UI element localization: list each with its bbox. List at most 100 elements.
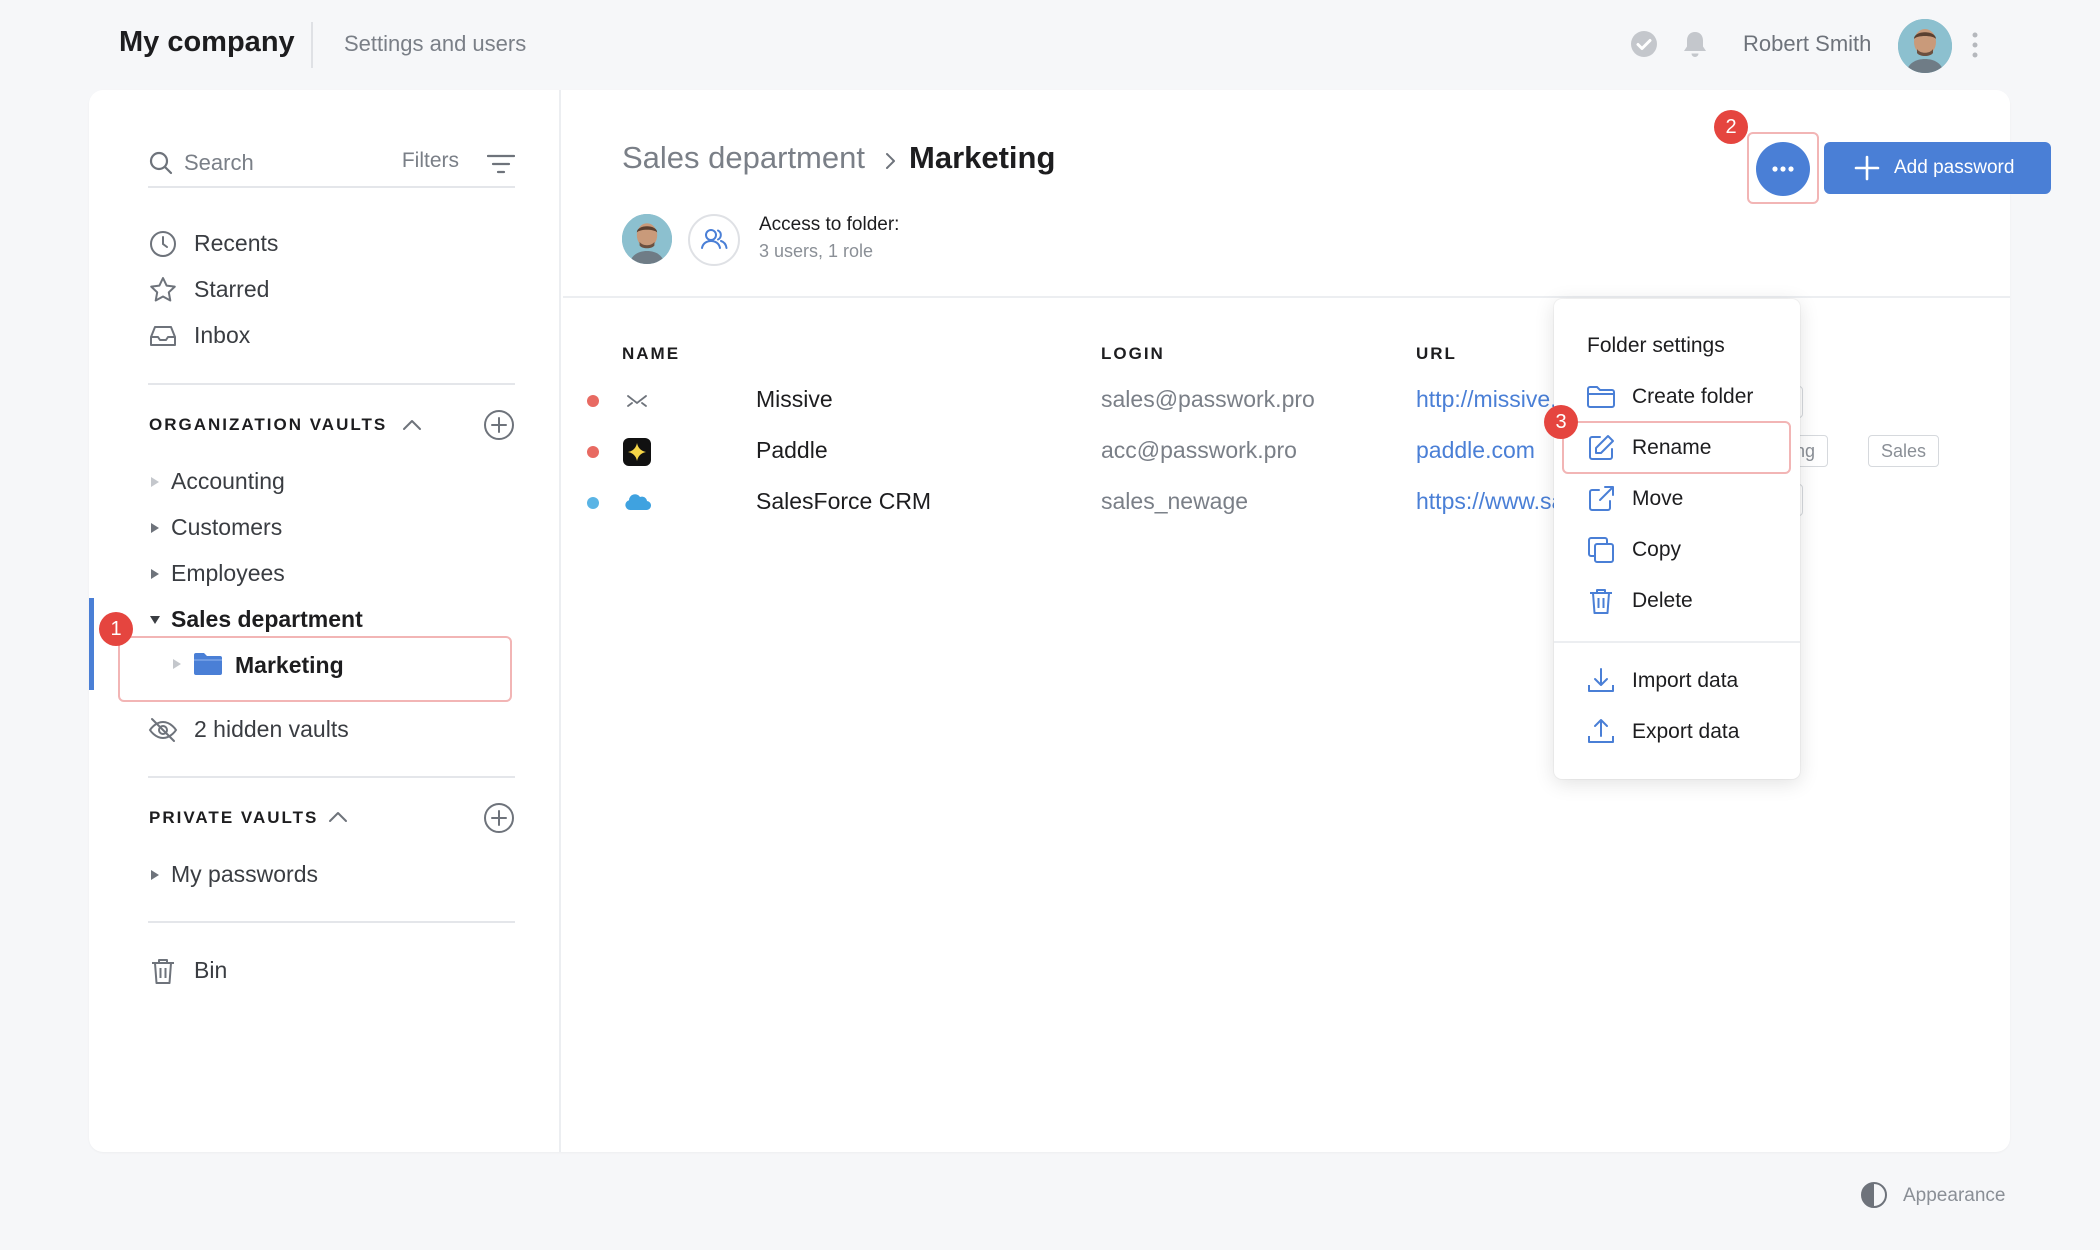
nav-bin[interactable]: Bin	[148, 953, 508, 989]
company-name[interactable]: My company	[119, 26, 295, 59]
paddle-logo-icon	[622, 437, 652, 467]
chevron-up-icon[interactable]	[401, 418, 423, 432]
menu-item-copy[interactable]: Copy	[1554, 527, 1800, 573]
callout-badge-3: 3	[1544, 405, 1578, 439]
callout-badge-1: 1	[99, 612, 133, 646]
bell-icon[interactable]	[1679, 28, 1711, 60]
column-header-url[interactable]: URL	[1416, 344, 1457, 364]
breadcrumb-parent[interactable]: Sales department	[622, 140, 865, 176]
search-input[interactable]: Search	[184, 150, 254, 176]
nav-inbox[interactable]: Inbox	[148, 318, 508, 354]
menu-item-label: Export data	[1632, 720, 1740, 743]
add-private-vault-icon[interactable]	[483, 802, 515, 834]
check-circle-icon[interactable]	[1628, 28, 1660, 60]
caret-right-icon	[149, 522, 161, 534]
filter-icon[interactable]	[487, 152, 515, 176]
column-header-login[interactable]: LOGIN	[1101, 344, 1165, 364]
menu-item-label: Create folder	[1632, 385, 1754, 408]
appearance-label: Appearance	[1903, 1185, 2006, 1206]
eye-off-icon	[148, 715, 178, 745]
nav-label: Inbox	[194, 322, 251, 348]
row-url[interactable]: https://www.salesforce.com	[1416, 488, 1556, 515]
more-actions-button[interactable]	[1756, 142, 1810, 196]
status-dot	[587, 497, 599, 509]
access-subtitle[interactable]: 3 users, 1 role	[759, 241, 873, 262]
menu-title: Folder settings	[1587, 334, 1725, 357]
menu-item-label: Copy	[1632, 538, 1682, 561]
row-login: acc@passwork.pro	[1101, 437, 1297, 463]
vault-label: Sales department	[171, 606, 363, 632]
contrast-icon	[1860, 1181, 1888, 1209]
active-indicator	[89, 598, 94, 690]
move-icon	[1586, 484, 1616, 514]
org-vaults-title[interactable]: ORGANIZATION VAULTS	[149, 415, 387, 435]
add-password-button[interactable]: Add password	[1824, 142, 2051, 194]
breadcrumb-current: Marketing	[909, 140, 1056, 175]
folder-icon	[193, 652, 223, 676]
nav-recents[interactable]: Recents	[148, 226, 508, 262]
menu-item-rename[interactable]: Rename	[1554, 425, 1800, 471]
add-org-vault-icon[interactable]	[483, 409, 515, 441]
menu-divider	[1554, 641, 1800, 643]
menu-item-move[interactable]: Move	[1554, 476, 1800, 522]
folder-label: Marketing	[235, 652, 344, 678]
status-dot	[587, 395, 599, 407]
menu-item-label: Rename	[1632, 436, 1712, 459]
caret-right-icon	[149, 476, 161, 488]
folder-settings-menu: Folder settings Create folder Rename 3 M…	[1544, 299, 1800, 779]
chevron-up-icon[interactable]	[327, 810, 349, 824]
caret-down-icon	[149, 614, 161, 626]
divider	[148, 776, 515, 778]
main-card: Search Filters Recents Starred Inbox ORG…	[89, 90, 2051, 1152]
caret-right-icon	[149, 568, 161, 580]
hidden-vaults-label: 2 hidden vaults	[194, 716, 349, 742]
vault-label: Accounting	[171, 468, 285, 494]
row-login: sales_newage	[1101, 488, 1249, 514]
trash-icon	[148, 956, 178, 986]
tag-sales[interactable]: Sales	[1868, 435, 1940, 467]
vault-sales-department[interactable]: Sales department	[149, 603, 469, 639]
nav-starred[interactable]: Starred	[148, 272, 508, 308]
caret-right-icon	[149, 869, 161, 881]
menu-item-delete[interactable]: Delete	[1554, 578, 1800, 624]
caret-right-icon	[171, 647, 183, 683]
divider	[563, 296, 2010, 298]
add-password-label: Add password	[1894, 157, 2015, 178]
access-title: Access to folder:	[759, 214, 900, 235]
settings-link[interactable]: Settings and users	[344, 31, 526, 57]
folder-marketing[interactable]: Marketing	[235, 649, 435, 685]
menu-item-create-folder[interactable]: Create folder	[1554, 374, 1800, 420]
menu-item-label: Import data	[1632, 669, 1739, 692]
salesforce-logo-icon	[622, 488, 652, 518]
edit-icon	[1586, 433, 1616, 463]
row-url[interactable]: paddle.com	[1416, 437, 1556, 464]
column-header-name[interactable]: NAME	[622, 344, 680, 364]
upload-icon	[1586, 717, 1616, 747]
status-dot	[587, 446, 599, 458]
appearance-toggle[interactable]: Appearance	[1860, 1180, 2020, 1212]
filters-label[interactable]: Filters	[402, 149, 459, 173]
vault-customers[interactable]: Customers	[149, 511, 469, 547]
vault-employees[interactable]: Employees	[149, 557, 469, 593]
missive-logo-icon	[622, 386, 652, 416]
divider	[148, 921, 515, 923]
vault-label: Customers	[171, 514, 283, 540]
user-name[interactable]: Robert Smith	[1743, 31, 1871, 57]
row-name: Paddle	[756, 437, 828, 463]
avatar[interactable]	[622, 214, 672, 264]
vault-accounting[interactable]: Accounting	[149, 465, 469, 501]
top-divider	[311, 22, 313, 68]
plus-icon	[1854, 155, 1880, 181]
nav-label: Recents	[194, 230, 279, 256]
menu-item-import[interactable]: Import data	[1554, 658, 1800, 704]
divider	[148, 383, 515, 385]
avatar[interactable]	[1898, 19, 1952, 73]
hidden-vaults[interactable]: 2 hidden vaults	[148, 712, 508, 748]
vault-my-passwords[interactable]: My passwords	[149, 858, 469, 894]
search-row[interactable]: Search Filters	[148, 144, 515, 188]
menu-item-export[interactable]: Export data	[1554, 709, 1800, 755]
users-group-icon[interactable]	[688, 214, 740, 266]
private-vaults-title[interactable]: PRIVATE VAULTS	[149, 808, 318, 828]
more-vertical-icon[interactable]	[1965, 28, 1985, 62]
row-url[interactable]: http://missive.com	[1416, 386, 1556, 413]
